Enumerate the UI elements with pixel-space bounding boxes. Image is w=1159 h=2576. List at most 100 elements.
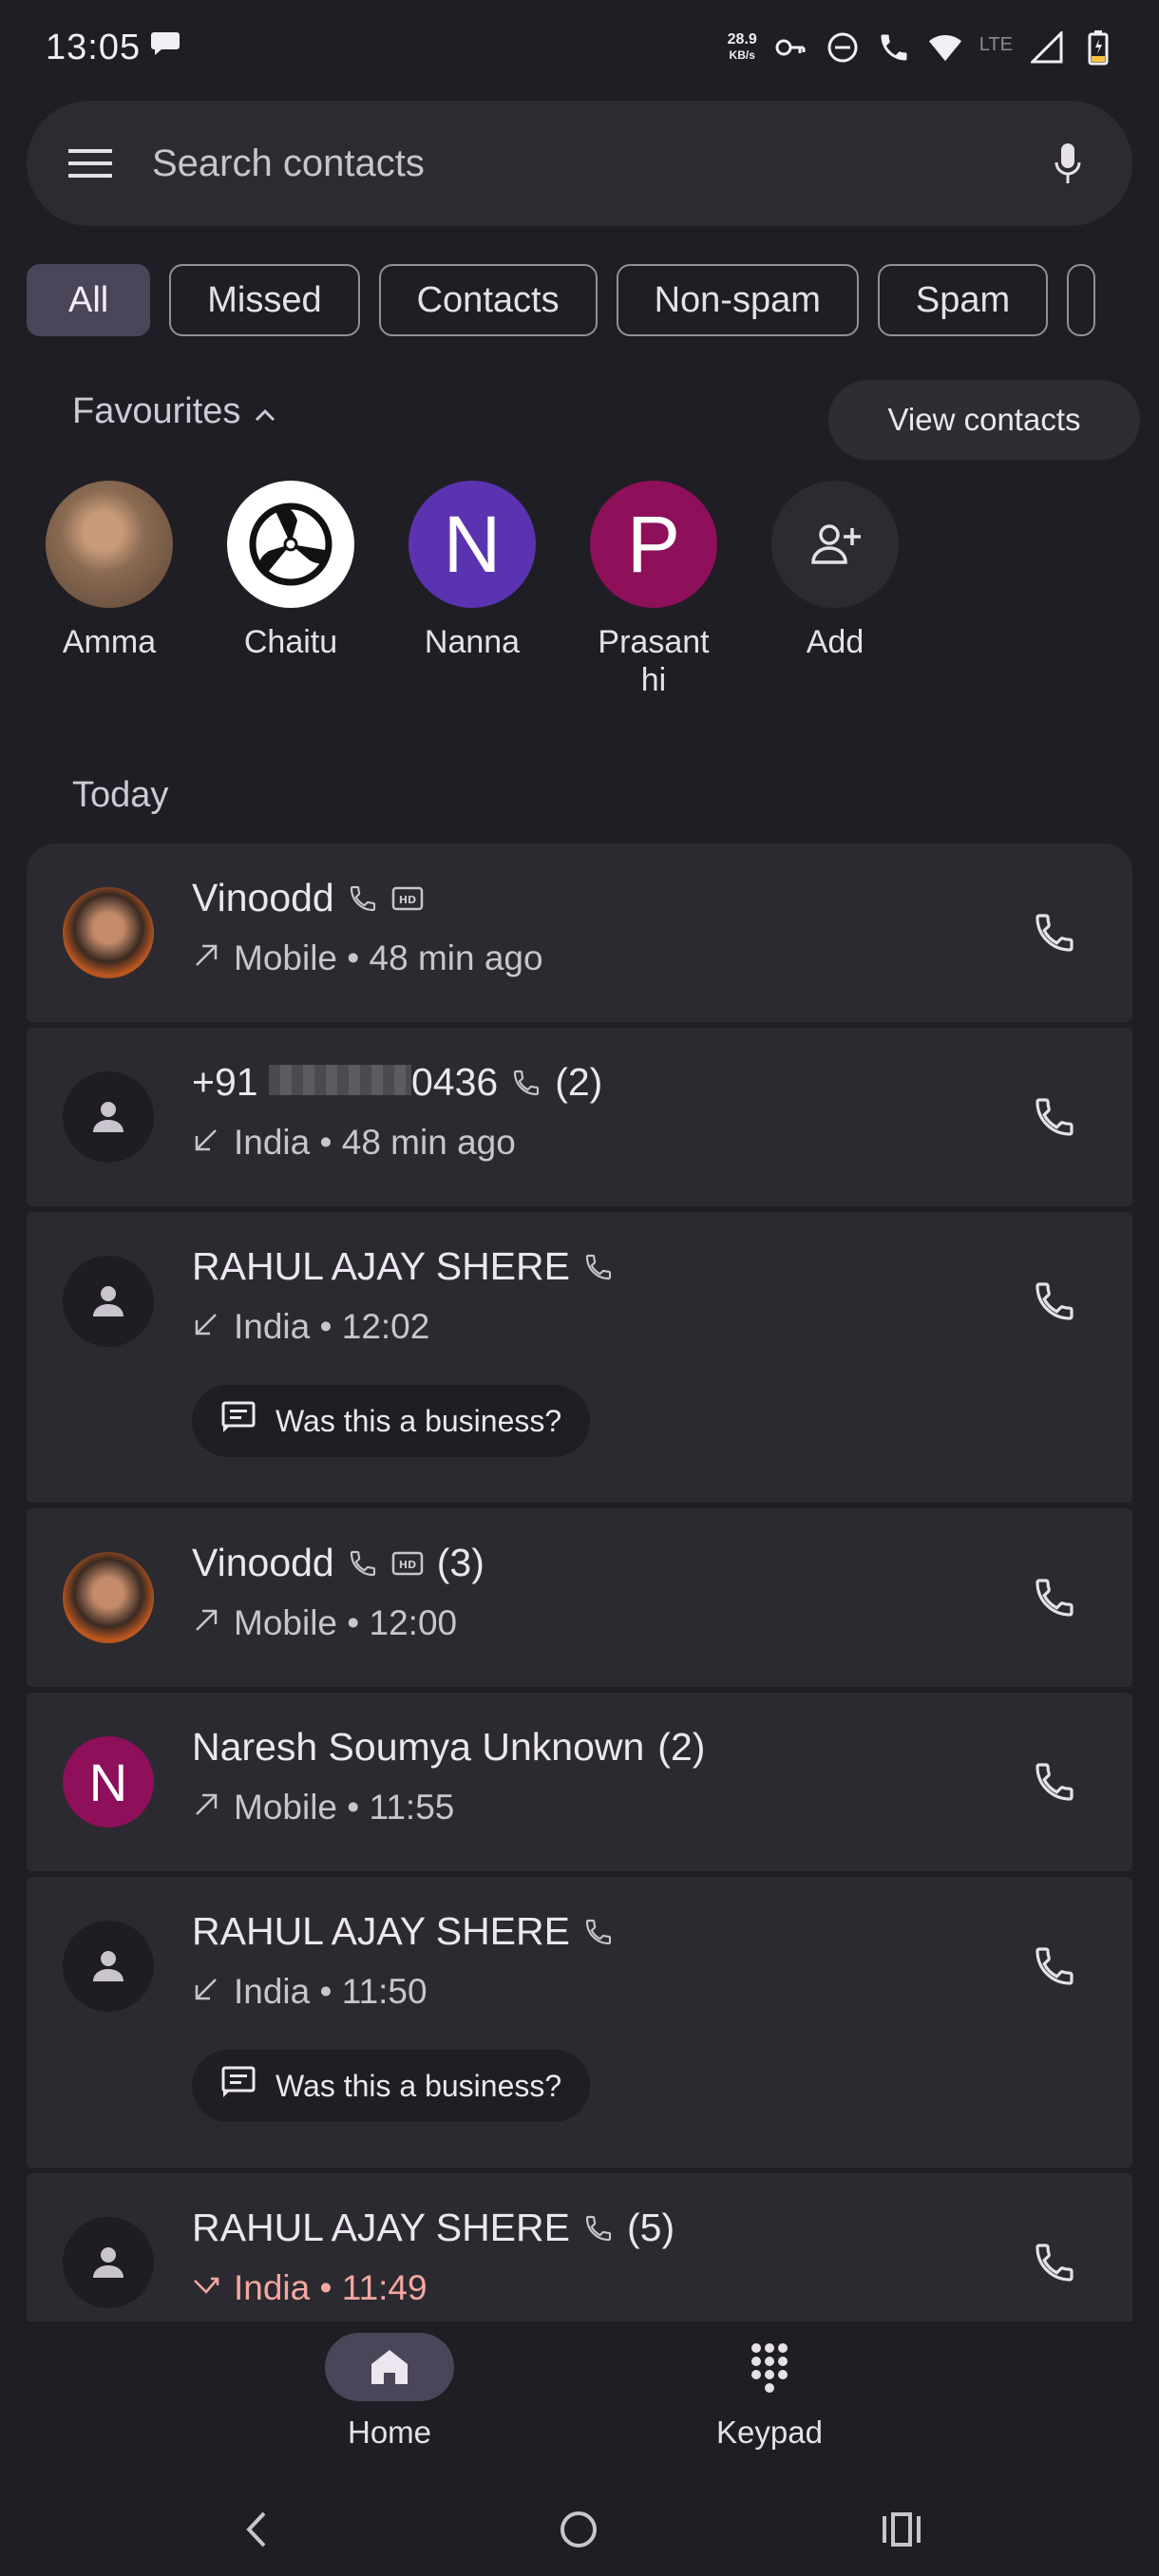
business-feedback-button[interactable]: Was this a business? [192,2050,591,2122]
call-detail: India • 48 min ago [234,1123,516,1162]
filter-chip-non-spam[interactable]: Non-spam [616,264,859,336]
contact-photo-avatar[interactable] [63,887,154,978]
wifi-calling-icon [583,1917,614,1947]
call-detail: Mobile • 12:00 [234,1603,458,1642]
menu-icon[interactable] [68,141,114,186]
favourite-chaitu[interactable]: Chaitu [200,481,381,661]
filter-chip-more[interactable] [1067,264,1096,336]
call-count: (2) [657,1725,706,1769]
call-count: (5) [627,2206,675,2249]
hd-call-icon: HD [391,1550,424,1577]
business-feedback-button[interactable]: Was this a business? [192,1385,591,1457]
favourite-name: Amma [62,624,157,660]
do-not-disturb-icon [826,30,860,65]
hd-call-icon: HD [391,885,424,912]
call-count: (3) [436,1541,484,1584]
wifi-calling-icon [877,30,911,65]
phone-icon [1036,1947,1074,1985]
search-input[interactable]: Search contacts [152,142,1045,185]
back-icon[interactable] [232,2506,279,2553]
home-button-icon[interactable] [555,2506,602,2553]
feedback-icon [220,2065,256,2107]
call-log-item[interactable]: Vinoodd HD Mobile • 48 min ago [27,843,1132,1022]
vpn-key-icon [774,30,808,65]
person-icon [93,1286,124,1316]
wifi-calling-icon [511,1068,542,1098]
wifi-calling-icon [348,1548,378,1579]
add-person-icon [771,481,899,608]
filter-chip-all[interactable]: All [27,264,151,336]
call-log-item[interactable]: +91 0436 (2) India • 48 min ago [27,1028,1132,1206]
nav-keypad[interactable]: Keypad [656,2333,884,2451]
battery-charging-icon [1081,30,1115,66]
wifi-calling-icon [348,883,378,914]
contact-name: Vinoodd [192,876,334,919]
favourite-name: Chaitu [243,624,338,660]
favourites-toggle[interactable]: Favourites [72,391,276,432]
call-log-item[interactable]: RAHUL AJAY SHERE (5) India • 11:49 [27,2173,1132,2321]
favourite-amma[interactable]: Amma [19,481,200,661]
default-person-avatar[interactable] [63,1921,154,2012]
bottom-navigation: Home Keypad [0,2321,1159,2483]
call-back-button[interactable] [1028,906,1081,959]
redacted-number [268,1065,411,1095]
view-contacts-button[interactable]: View contacts [828,380,1140,460]
filter-chip-missed[interactable]: Missed [169,264,360,336]
call-log-item[interactable]: RAHUL AJAY SHERE India • 12:02 Was this … [27,1212,1132,1503]
favourites-title: Favourites [72,391,241,431]
keypad-icon [751,2343,788,2393]
network-speed: 28.9 KB/s [727,31,757,63]
call-back-button[interactable] [1028,1755,1081,1809]
call-log-item[interactable]: Vinoodd HD (3) Mobile • 12:00 [27,1508,1132,1687]
call-back-button[interactable] [1028,1275,1081,1328]
call-back-button[interactable] [1028,1940,1081,1993]
favourite-prasanthi[interactable]: P Prasanthi [563,481,744,699]
call-log-item[interactable]: RAHUL AJAY SHERE India • 11:50 Was this … [27,1877,1132,2168]
call-detail: Mobile • 48 min ago [234,938,543,977]
default-person-avatar[interactable] [63,1071,154,1163]
contact-photo-avatar[interactable] [63,1552,154,1643]
recent-apps-icon[interactable] [878,2506,925,2553]
nav-home[interactable]: Home [276,2333,504,2451]
add-favourite-button[interactable]: Add [745,481,925,661]
favourite-nanna[interactable]: N Nanna [382,481,562,661]
phone-icon [1036,914,1074,952]
call-count: (2) [555,1060,603,1104]
wifi-icon [928,30,962,65]
section-header-today: Today [72,775,169,815]
filter-chip-contacts[interactable]: Contacts [378,264,598,336]
contact-name: Vinoodd [192,1541,334,1584]
call-back-button[interactable] [1028,1571,1081,1624]
message-notification-icon [150,29,180,66]
filter-chip-spam[interactable]: Spam [877,264,1049,336]
default-person-avatar[interactable] [63,1256,154,1347]
incoming-call-icon [192,1972,220,2012]
outgoing-call-icon [192,1603,220,1643]
outgoing-call-icon [192,1788,220,1828]
favourites-row: Amma Chaitu N Nanna P Prasanthi Add [0,481,1159,718]
outgoing-call-icon [192,938,220,978]
nav-keypad-label: Keypad [716,2415,823,2450]
avatar-initial[interactable]: N [63,1736,154,1828]
photo-avatar [46,481,173,608]
chevron-up-icon [254,391,276,432]
phone-icon [1036,1579,1074,1617]
incoming-call-icon [192,1307,220,1347]
favourite-name: Add [806,624,864,660]
search-bar[interactable]: Search contacts [27,101,1132,226]
call-detail: India • 12:02 [234,1307,430,1346]
call-back-button[interactable] [1028,1090,1081,1144]
contact-name: RAHUL AJAY SHERE [192,1244,570,1288]
home-icon [371,2350,408,2384]
default-person-avatar[interactable] [63,2217,154,2308]
contact-name: Naresh Soumya Unknown [192,1725,645,1769]
call-back-button[interactable] [1028,2236,1081,2289]
call-detail: India • 11:50 [234,1972,428,2011]
svg-text:HD: HD [399,1559,416,1571]
microphone-icon[interactable] [1045,141,1091,186]
nav-home-label: Home [347,2415,432,2450]
phone-icon [1036,1763,1074,1801]
call-log-item[interactable]: N Naresh Soumya Unknown (2) Mobile • 11:… [27,1693,1132,1871]
phone-number: +91 0436 [192,1060,499,1104]
wifi-calling-icon [583,1252,614,1282]
